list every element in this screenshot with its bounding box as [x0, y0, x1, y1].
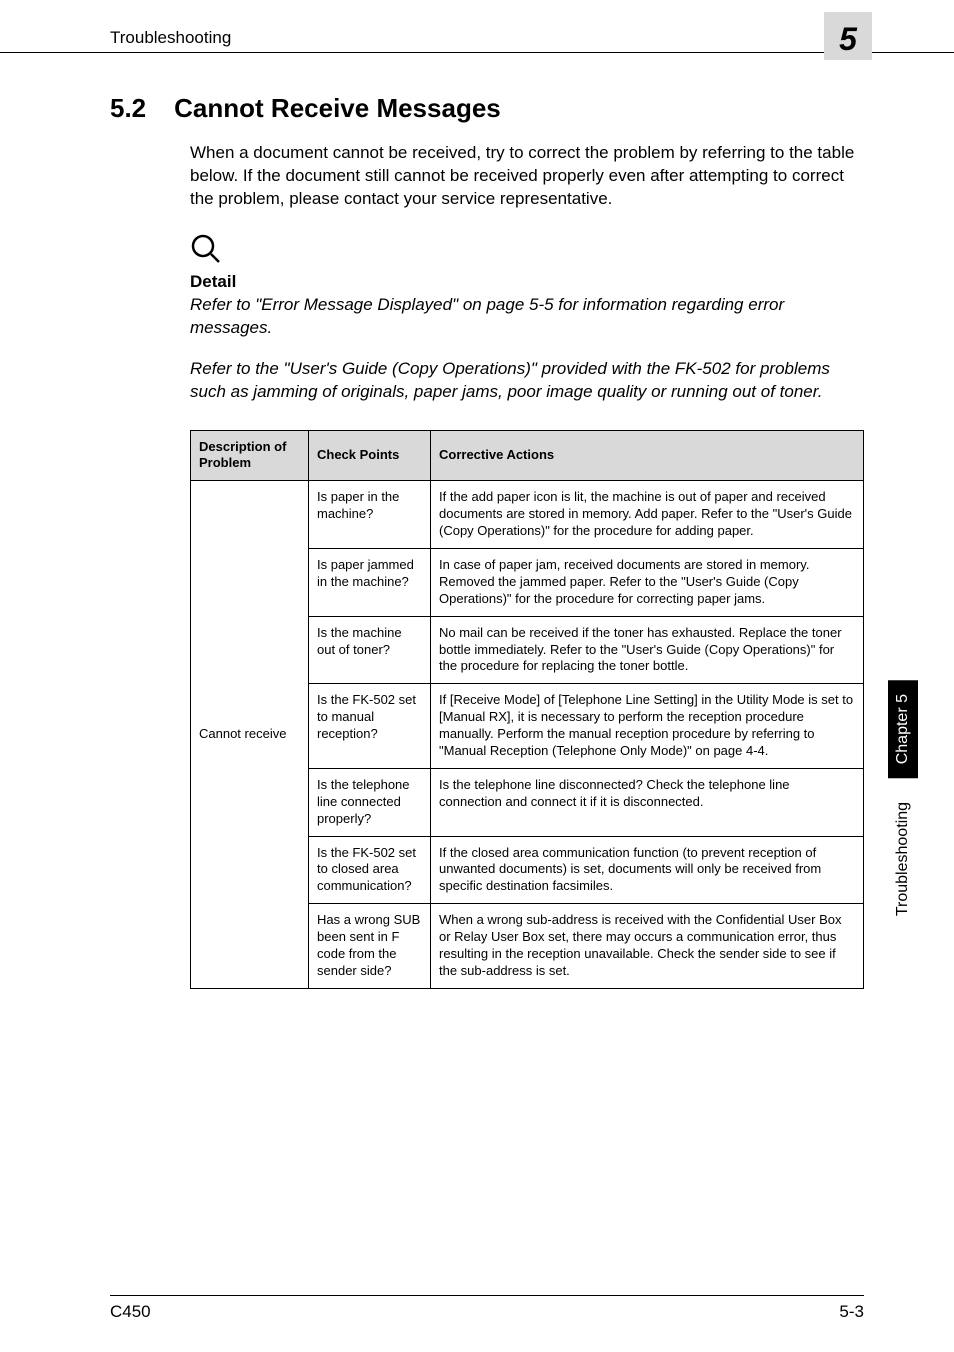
troubleshoot-table: Description of Problem Check Points Corr… [190, 430, 864, 989]
table-row: Cannot receive Is paper in the machine? … [191, 481, 864, 549]
td-check: Is paper jammed in the machine? [309, 549, 431, 617]
chapter-tab: 5 [824, 12, 872, 60]
td-check: Is the FK-502 set to closed area communi… [309, 836, 431, 904]
section-heading: 5.2 Cannot Receive Messages [0, 53, 954, 124]
td-check: Is the FK-502 set to manual reception? [309, 684, 431, 769]
td-action: If the add paper icon is lit, the machin… [431, 481, 864, 549]
side-labels: Chapter 5 Troubleshooting [888, 680, 918, 916]
td-check: Has a wrong SUB been sent in F code from… [309, 904, 431, 989]
td-action: If the closed area communication functio… [431, 836, 864, 904]
intro-paragraph: When a document cannot be received, try … [0, 124, 954, 211]
table-header-row: Description of Problem Check Points Corr… [191, 430, 864, 481]
detail-paragraph-2: Refer to the "User's Guide (Copy Operati… [190, 358, 864, 404]
side-section-label: Troubleshooting [894, 802, 912, 916]
footer-right: 5-3 [839, 1302, 864, 1322]
side-chapter-label: Chapter 5 [888, 680, 918, 778]
td-check: Is the machine out of toner? [309, 616, 431, 684]
td-check: Is paper in the machine? [309, 481, 431, 549]
footer-left: C450 [110, 1302, 151, 1322]
magnifier-icon [190, 252, 222, 269]
td-problem: Cannot receive [191, 481, 309, 988]
td-check: Is the telephone line connected properly… [309, 768, 431, 836]
td-action: In case of paper jam, received documents… [431, 549, 864, 617]
detail-heading: Detail [190, 272, 864, 292]
th-check: Check Points [309, 430, 431, 481]
troubleshoot-table-wrap: Description of Problem Check Points Corr… [0, 404, 954, 989]
section-number: 5.2 [110, 93, 146, 124]
detail-paragraph-1: Refer to "Error Message Displayed" on pa… [190, 294, 864, 340]
page-footer: C450 5-3 [110, 1295, 864, 1322]
th-action: Corrective Actions [431, 430, 864, 481]
page-header: Troubleshooting [0, 0, 954, 53]
td-action: When a wrong sub-address is received wit… [431, 904, 864, 989]
td-action: If [Receive Mode] of [Telephone Line Set… [431, 684, 864, 769]
header-title: Troubleshooting [110, 28, 231, 48]
detail-block: Detail Refer to "Error Message Displayed… [0, 211, 954, 404]
th-problem: Description of Problem [191, 430, 309, 481]
td-action: Is the telephone line disconnected? Chec… [431, 768, 864, 836]
section-title: Cannot Receive Messages [174, 93, 501, 124]
td-action: No mail can be received if the toner has… [431, 616, 864, 684]
